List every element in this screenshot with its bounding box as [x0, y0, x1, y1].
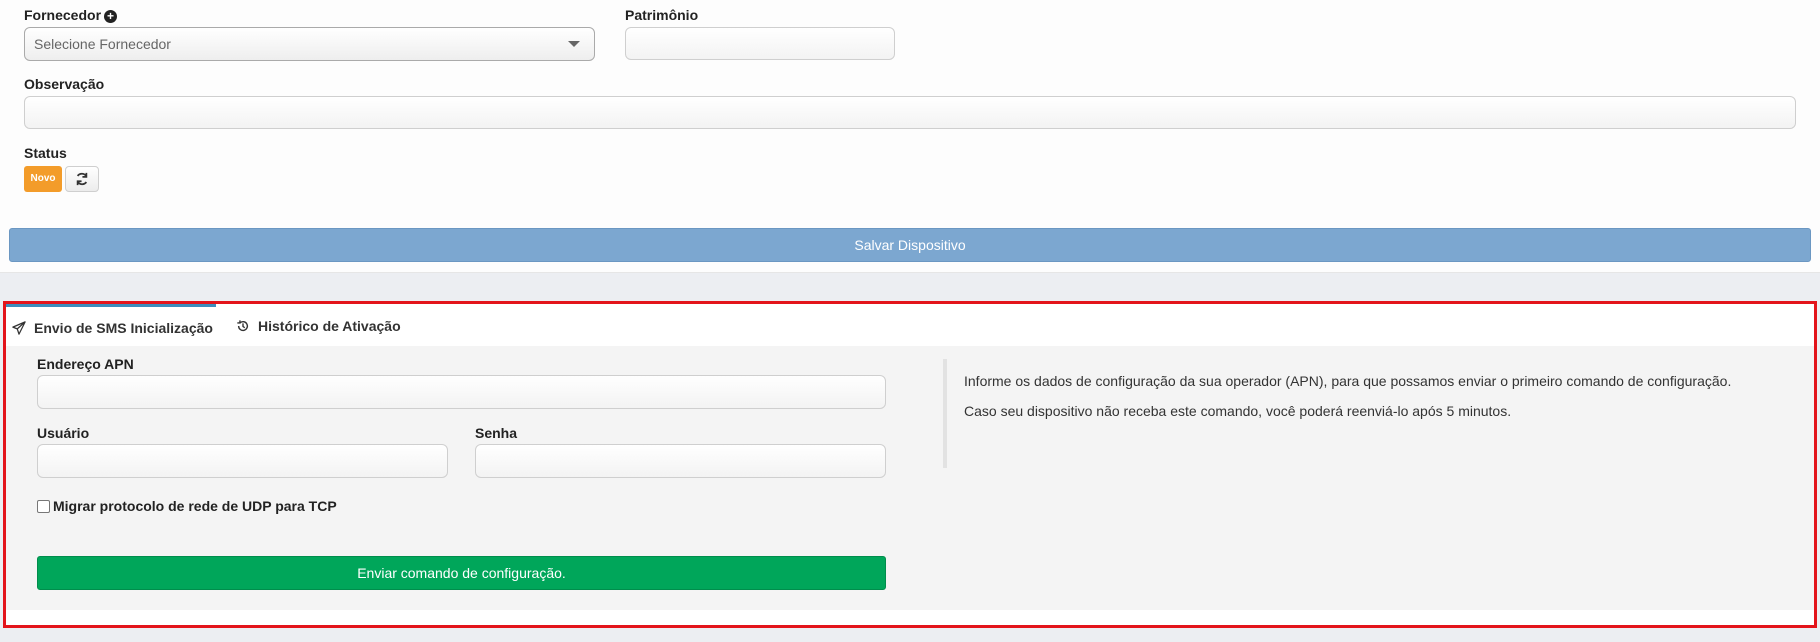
tab-historico-label: Histórico de Ativação [258, 318, 401, 334]
paper-plane-icon [12, 320, 26, 335]
apn-label: Endereço APN [37, 356, 134, 372]
migrar-tcp-label[interactable]: Migrar protocolo de rede de UDP para TCP [53, 498, 337, 514]
save-device-button[interactable]: Salvar Dispositivo [9, 228, 1811, 262]
tabs-bar: Envio de SMS Inicialização Histórico de … [6, 304, 1814, 348]
history-icon [237, 320, 249, 332]
sms-tab-content: Endereço APN Usuário Senha Migrar protoc… [6, 346, 1814, 610]
fornecedor-placeholder: Selecione Fornecedor [34, 36, 171, 52]
tab-historico-ativacao[interactable]: Histórico de Ativação [230, 304, 420, 348]
add-fornecedor-icon[interactable]: + [104, 10, 118, 23]
divider [943, 359, 947, 468]
sms-tabs-panel: Envio de SMS Inicialização Histórico de … [3, 301, 1817, 628]
fornecedor-label: Fornecedor + [24, 7, 118, 23]
send-config-button[interactable]: Enviar comando de configuração. [37, 556, 886, 590]
status-badge: Novo [24, 166, 62, 192]
migrar-tcp-checkbox[interactable] [37, 500, 50, 513]
usuario-label: Usuário [37, 425, 90, 441]
refresh-icon [76, 172, 88, 186]
observacao-label: Observação [24, 76, 105, 92]
tab-sms-inicializacao[interactable]: Envio de SMS Inicialização [6, 304, 216, 348]
patrimonio-label: Patrimônio [625, 7, 699, 23]
apn-info-text: Informe os dados de configuração da sua … [964, 373, 1732, 389]
patrimonio-input[interactable] [625, 27, 895, 60]
resend-info-text: Caso seu dispositivo não receba este com… [964, 403, 1512, 419]
fornecedor-select[interactable]: Selecione Fornecedor [24, 27, 595, 61]
refresh-status-button[interactable] [65, 166, 99, 192]
status-label: Status [24, 145, 67, 161]
apn-input[interactable] [37, 375, 886, 409]
tab-sms-label: Envio de SMS Inicialização [34, 319, 213, 336]
chevron-down-icon [568, 41, 580, 47]
usuario-input[interactable] [37, 444, 448, 478]
senha-input[interactable] [475, 444, 886, 478]
senha-label: Senha [475, 425, 518, 441]
observacao-input[interactable] [24, 96, 1796, 129]
device-form-panel: Fornecedor + Selecione Fornecedor Patrimô… [0, 0, 1820, 273]
